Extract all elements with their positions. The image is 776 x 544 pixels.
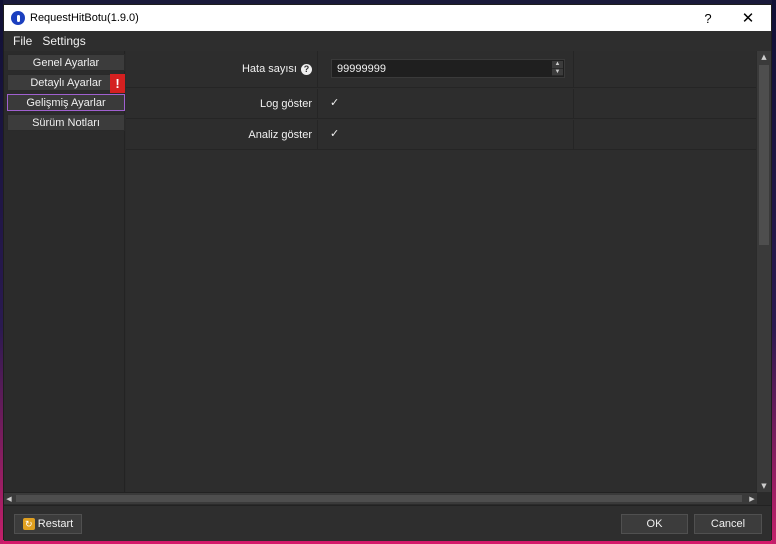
desktop-background-right bbox=[772, 0, 776, 544]
dialog-footer: ↻ Restart OK Cancel bbox=[4, 505, 771, 541]
ok-button[interactable]: OK bbox=[621, 514, 688, 534]
column-divider bbox=[573, 89, 574, 118]
scroll-down-icon[interactable]: ▼ bbox=[757, 480, 771, 492]
question-icon[interactable]: ? bbox=[301, 63, 312, 75]
show-analysis-label: Analiz göster bbox=[248, 128, 312, 141]
close-button[interactable]: ✕ bbox=[729, 5, 767, 31]
error-count-label: Hata sayısı bbox=[241, 63, 297, 75]
sidebar: Genel Ayarlar Detaylı Ayarlar ! Gelişmiş… bbox=[4, 51, 125, 492]
vertical-scrollbar[interactable]: ▲ ▼ bbox=[757, 51, 771, 492]
sidebar-item-label: Gelişmiş Ayarlar bbox=[26, 96, 106, 109]
restart-icon: ↻ bbox=[22, 518, 35, 530]
setting-row-show-analysis: Analiz göster ✓ bbox=[126, 120, 756, 150]
sidebar-item-label: Sürüm Notları bbox=[32, 116, 100, 129]
scroll-right-icon[interactable]: ▶ bbox=[747, 493, 757, 504]
app-icon bbox=[11, 11, 25, 25]
horizontal-scrollbar[interactable]: ◀ ▶ bbox=[4, 492, 757, 504]
column-divider bbox=[317, 89, 318, 118]
setting-row-error-count: Hata sayısı ? 99999999 ▲ ▼ bbox=[126, 51, 756, 88]
error-count-value: 99999999 bbox=[337, 62, 386, 75]
restart-label: Restart bbox=[37, 518, 74, 530]
column-divider bbox=[317, 51, 318, 87]
restart-button[interactable]: ↻ Restart bbox=[14, 514, 82, 534]
setting-row-show-log: Log göster ✓ bbox=[126, 89, 756, 119]
show-analysis-checkbox[interactable]: ✓ bbox=[330, 128, 340, 139]
spin-arrows[interactable]: ▲ ▼ bbox=[552, 61, 563, 76]
sidebar-item-general[interactable]: Genel Ayarlar bbox=[7, 54, 125, 71]
column-divider bbox=[573, 51, 574, 87]
column-divider bbox=[317, 120, 318, 149]
scroll-thumb[interactable] bbox=[16, 495, 742, 502]
help-button[interactable]: ? bbox=[689, 5, 727, 31]
title-bar[interactable]: RequestHitBotu(1.9.0) ? ✕ bbox=[4, 5, 771, 31]
sidebar-item-advanced[interactable]: Gelişmiş Ayarlar bbox=[7, 94, 125, 111]
sidebar-item-label: Detaylı Ayarlar bbox=[30, 76, 102, 89]
sidebar-item-label: Genel Ayarlar bbox=[32, 56, 100, 69]
spin-up-icon[interactable]: ▲ bbox=[552, 61, 563, 69]
spin-down-icon[interactable]: ▼ bbox=[552, 69, 563, 76]
column-divider bbox=[573, 120, 574, 149]
sidebar-item-detailed[interactable]: Detaylı Ayarlar ! bbox=[7, 74, 125, 93]
settings-panel: Hata sayısı ? 99999999 ▲ ▼ Log göster ✓ … bbox=[126, 51, 756, 492]
window-title: RequestHitBotu(1.9.0) bbox=[30, 12, 139, 24]
settings-window: RequestHitBotu(1.9.0) ? ✕ File Settings … bbox=[3, 4, 772, 541]
setting-label: Hata sayısı ? bbox=[242, 51, 312, 87]
scroll-left-icon[interactable]: ◀ bbox=[4, 493, 14, 504]
warning-icon: ! bbox=[110, 74, 125, 93]
menu-settings[interactable]: Settings bbox=[37, 34, 90, 48]
scroll-thumb[interactable] bbox=[759, 65, 769, 245]
sidebar-item-release-notes[interactable]: Sürüm Notları bbox=[7, 114, 125, 131]
menu-bar: File Settings bbox=[4, 31, 771, 51]
scroll-up-icon[interactable]: ▲ bbox=[757, 51, 771, 63]
show-log-label: Log göster bbox=[260, 97, 312, 110]
cancel-button[interactable]: Cancel bbox=[694, 514, 762, 534]
show-log-checkbox[interactable]: ✓ bbox=[330, 97, 340, 108]
menu-file[interactable]: File bbox=[4, 34, 37, 48]
error-count-spinbox[interactable]: 99999999 ▲ ▼ bbox=[331, 59, 565, 78]
